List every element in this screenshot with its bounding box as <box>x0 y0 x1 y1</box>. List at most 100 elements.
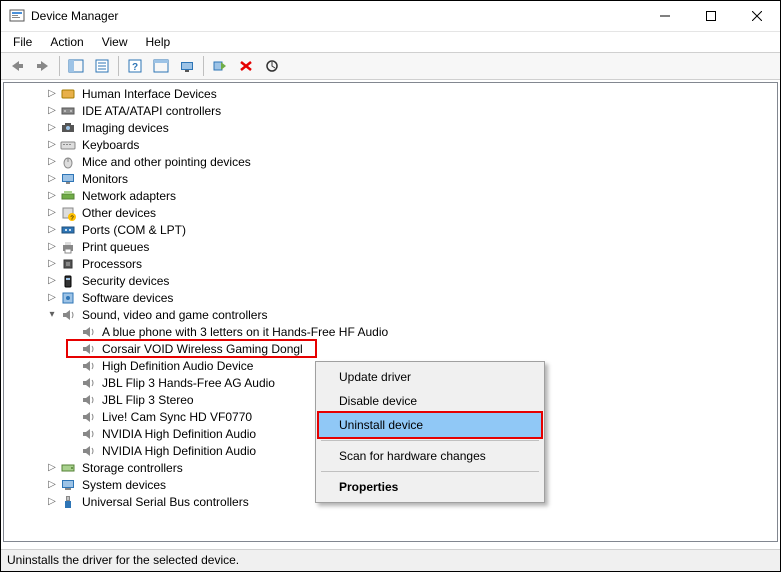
tree-node[interactable]: ▷ Imaging devices <box>4 119 777 136</box>
menu-action[interactable]: Action <box>42 33 91 51</box>
menu-file[interactable]: File <box>5 33 40 51</box>
uninstall-device-button[interactable] <box>234 55 258 77</box>
port-icon <box>60 222 76 238</box>
expander-icon[interactable]: ▾ <box>44 309 60 320</box>
ctx-update-driver[interactable]: Update driver <box>319 365 541 389</box>
window-title: Device Manager <box>31 9 642 23</box>
back-button[interactable] <box>5 55 29 77</box>
node-label: Processors <box>80 257 144 271</box>
tree-node[interactable]: ▷ Processors <box>4 255 777 272</box>
expander-icon[interactable]: ▷ <box>44 88 60 99</box>
context-menu: Update driver Disable device Uninstall d… <box>315 361 545 503</box>
toolbar-separator <box>203 56 204 76</box>
storage-icon <box>60 460 76 476</box>
window-controls <box>642 1 780 31</box>
node-label: Security devices <box>80 274 171 288</box>
show-hide-tree-button[interactable] <box>64 55 88 77</box>
expander-icon[interactable]: ▷ <box>44 479 60 490</box>
expander-icon[interactable]: ▷ <box>44 275 60 286</box>
node-label: JBL Flip 3 Hands-Free AG Audio <box>100 376 277 390</box>
node-label: Other devices <box>80 206 158 220</box>
tree-node[interactable]: ▷ Human Interface Devices <box>4 85 777 102</box>
ctx-disable-device[interactable]: Disable device <box>319 389 541 413</box>
speaker-icon <box>80 426 96 442</box>
expander-icon[interactable]: ▷ <box>44 190 60 201</box>
node-label: Human Interface Devices <box>80 87 219 101</box>
svg-text:?: ? <box>132 62 138 73</box>
expander-icon[interactable]: ▷ <box>44 207 60 218</box>
mouse-icon <box>60 154 76 170</box>
toolbar: ? <box>1 52 780 80</box>
app-icon <box>9 8 25 24</box>
tree-node[interactable]: ▷Mice and other pointing devices <box>4 153 777 170</box>
speaker-icon <box>80 409 96 425</box>
maximize-button[interactable] <box>688 1 734 31</box>
tree-node[interactable]: ▷ Security devices <box>4 272 777 289</box>
minimize-button[interactable] <box>642 1 688 31</box>
enable-device-button[interactable] <box>208 55 232 77</box>
speaker-icon <box>80 341 96 357</box>
node-label: Storage controllers <box>80 461 185 475</box>
status-text: Uninstalls the driver for the selected d… <box>7 553 239 567</box>
expander-icon[interactable]: ▷ <box>44 292 60 303</box>
node-label: Print queues <box>80 240 151 254</box>
statusbar: Uninstalls the driver for the selected d… <box>1 549 780 571</box>
speaker-icon <box>80 358 96 374</box>
node-label: IDE ATA/ATAPI controllers <box>80 104 223 118</box>
node-label: System devices <box>80 478 168 492</box>
close-button[interactable] <box>734 1 780 31</box>
update-driver-button[interactable] <box>175 55 199 77</box>
tree-node[interactable]: ▷ IDE ATA/ATAPI controllers <box>4 102 777 119</box>
tree-node[interactable]: ▷? Other devices <box>4 204 777 221</box>
expander-icon[interactable]: ▷ <box>44 156 60 167</box>
expander-icon[interactable]: ▷ <box>44 258 60 269</box>
tree-node[interactable]: ▷ Ports (COM & LPT) <box>4 221 777 238</box>
tree-node[interactable]: ▾ Sound, video and game controllers <box>4 306 777 323</box>
tree-node[interactable]: ▷ Network adapters <box>4 187 777 204</box>
ctx-separator <box>321 440 539 441</box>
action-button[interactable] <box>149 55 173 77</box>
menu-view[interactable]: View <box>94 33 136 51</box>
expander-icon[interactable]: ▷ <box>44 122 60 133</box>
node-label: Universal Serial Bus controllers <box>80 495 251 509</box>
node-label: Monitors <box>80 172 130 186</box>
titlebar: Device Manager <box>1 1 780 32</box>
expander-icon[interactable]: ▷ <box>44 462 60 473</box>
node-label: Sound, video and game controllers <box>80 308 269 322</box>
tree-node[interactable]: A blue phone with 3 letters on it Hands-… <box>4 323 777 340</box>
other-icon: ? <box>60 205 76 221</box>
menu-help[interactable]: Help <box>138 33 179 51</box>
node-label: Ports (COM & LPT) <box>80 223 188 237</box>
tree-node[interactable]: Corsair VOID Wireless Gaming Dongl <box>4 340 777 357</box>
tree-node[interactable]: ▷ Monitors <box>4 170 777 187</box>
printer-icon <box>60 239 76 255</box>
node-label: Imaging devices <box>80 121 171 135</box>
expander-icon[interactable]: ▷ <box>44 224 60 235</box>
node-label: Corsair VOID Wireless Gaming Dongl <box>100 342 305 356</box>
cpu-icon <box>60 256 76 272</box>
ctx-uninstall-device[interactable]: Uninstall device <box>317 411 543 439</box>
menubar: File Action View Help <box>1 32 780 52</box>
node-label: NVIDIA High Definition Audio <box>100 444 258 458</box>
expander-icon[interactable]: ▷ <box>44 105 60 116</box>
monitor-icon <box>60 171 76 187</box>
ctx-scan-hardware[interactable]: Scan for hardware changes <box>319 444 541 468</box>
forward-button[interactable] <box>31 55 55 77</box>
expander-icon[interactable]: ▷ <box>44 241 60 252</box>
tree-node[interactable]: ▷Software devices <box>4 289 777 306</box>
usb-icon <box>60 494 76 510</box>
scan-hardware-button[interactable] <box>260 55 284 77</box>
expander-icon[interactable]: ▷ <box>44 173 60 184</box>
ctx-properties[interactable]: Properties <box>319 475 541 499</box>
properties-button[interactable] <box>90 55 114 77</box>
tree-node[interactable]: ▷Keyboards <box>4 136 777 153</box>
speaker-icon <box>80 375 96 391</box>
sound-icon <box>60 307 76 323</box>
node-label: Live! Cam Sync HD VF0770 <box>100 410 254 424</box>
hid-icon <box>60 86 76 102</box>
expander-icon[interactable]: ▷ <box>44 139 60 150</box>
expander-icon[interactable]: ▷ <box>44 496 60 507</box>
help-button[interactable]: ? <box>123 55 147 77</box>
tree-node[interactable]: ▷ Print queues <box>4 238 777 255</box>
node-label: Network adapters <box>80 189 178 203</box>
